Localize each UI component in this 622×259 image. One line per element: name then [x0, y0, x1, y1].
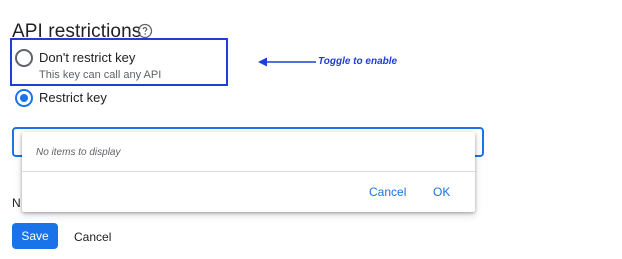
help-circle-icon[interactable] [137, 23, 153, 39]
radio-label-restrict: Restrict key [39, 90, 107, 105]
cancel-button[interactable]: Cancel [74, 230, 111, 244]
radio-button-restrict[interactable] [15, 89, 33, 107]
save-button[interactable]: Save [12, 223, 58, 249]
radio-button-dont-restrict[interactable] [15, 49, 33, 67]
dropdown-cancel-button[interactable]: Cancel [369, 185, 406, 199]
panel-divider [22, 171, 475, 172]
empty-message: No items to display [36, 147, 121, 158]
api-restrictions-page: API restrictions Don't restrict key This… [0, 0, 622, 259]
radio-option-dont-restrict[interactable]: Don't restrict key This key can call any… [15, 49, 161, 81]
api-dropdown-panel: No items to display Cancel OK [22, 132, 475, 212]
annotation-arrow-icon [258, 57, 316, 67]
radio-sublabel-dont-restrict: This key can call any API [39, 69, 162, 81]
annotation-text: Toggle to enable [318, 56, 398, 67]
radio-label-dont-restrict: Don't restrict key [39, 50, 136, 65]
radio-option-restrict[interactable]: Restrict key [15, 89, 107, 107]
dropdown-ok-button[interactable]: OK [433, 185, 450, 199]
partially-hidden-text: N [12, 196, 21, 210]
